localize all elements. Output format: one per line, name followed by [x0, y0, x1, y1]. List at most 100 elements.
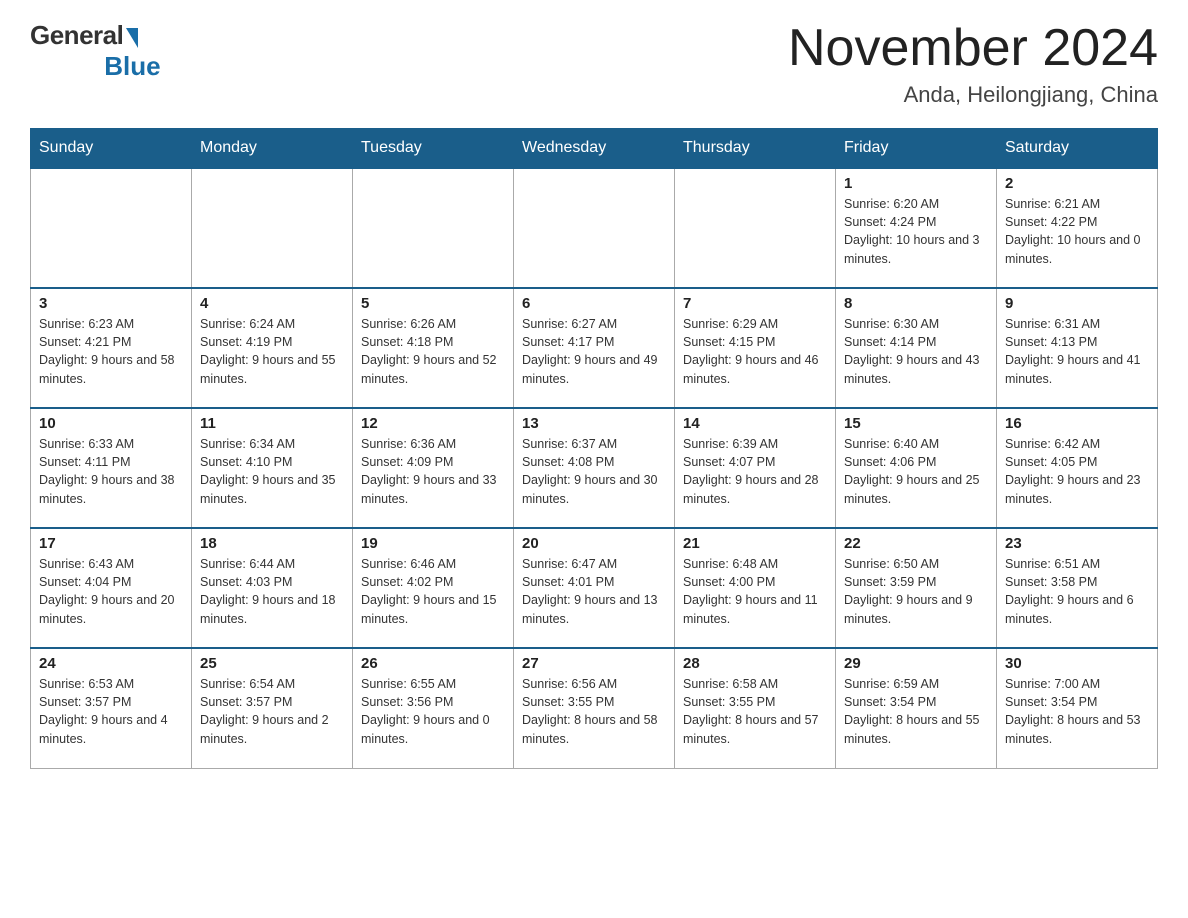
logo-blue-text: Blue — [104, 51, 160, 82]
day-info: Sunrise: 6:26 AMSunset: 4:18 PMDaylight:… — [361, 315, 505, 388]
day-info: Sunrise: 6:56 AMSunset: 3:55 PMDaylight:… — [522, 675, 666, 748]
calendar-cell: 3 Sunrise: 6:23 AMSunset: 4:21 PMDaylight… — [31, 288, 192, 408]
calendar-cell: 30 Sunrise: 7:00 AMSunset: 3:54 PMDayligh… — [997, 648, 1158, 768]
calendar-cell: 26 Sunrise: 6:55 AMSunset: 3:56 PMDayligh… — [353, 648, 514, 768]
calendar-cell: 14 Sunrise: 6:39 AMSunset: 4:07 PMDayligh… — [675, 408, 836, 528]
day-info: Sunrise: 6:54 AMSunset: 3:57 PMDaylight:… — [200, 675, 344, 748]
day-info: Sunrise: 6:51 AMSunset: 3:58 PMDaylight:… — [1005, 555, 1149, 628]
day-number: 16 — [1005, 415, 1149, 432]
calendar-cell: 24 Sunrise: 6:53 AMSunset: 3:57 PMDayligh… — [31, 648, 192, 768]
day-number: 7 — [683, 295, 827, 312]
day-info: Sunrise: 6:40 AMSunset: 4:06 PMDaylight:… — [844, 435, 988, 508]
day-number: 30 — [1005, 655, 1149, 672]
calendar-cell: 5 Sunrise: 6:26 AMSunset: 4:18 PMDaylight… — [353, 288, 514, 408]
day-info: Sunrise: 6:58 AMSunset: 3:55 PMDaylight:… — [683, 675, 827, 748]
day-info: Sunrise: 6:50 AMSunset: 3:59 PMDaylight:… — [844, 555, 988, 628]
calendar-cell: 18 Sunrise: 6:44 AMSunset: 4:03 PMDayligh… — [192, 528, 353, 648]
day-number: 1 — [844, 175, 988, 192]
day-info: Sunrise: 6:29 AMSunset: 4:15 PMDaylight:… — [683, 315, 827, 388]
logo-general-text: General — [30, 20, 123, 51]
day-number: 14 — [683, 415, 827, 432]
calendar-cell: 1 Sunrise: 6:20 AMSunset: 4:24 PMDaylight… — [836, 168, 997, 288]
calendar-cell: 21Sunrise: 6:48 AMSunset: 4:00 PMDayligh… — [675, 528, 836, 648]
weekday-header-friday: Friday — [836, 129, 997, 169]
day-info: Sunrise: 6:20 AMSunset: 4:24 PMDaylight:… — [844, 195, 988, 268]
day-info: Sunrise: 6:24 AMSunset: 4:19 PMDaylight:… — [200, 315, 344, 388]
day-number: 11 — [200, 415, 344, 432]
weekday-header-monday: Monday — [192, 129, 353, 169]
calendar-cell — [514, 168, 675, 288]
calendar-cell: 20Sunrise: 6:47 AMSunset: 4:01 PMDayligh… — [514, 528, 675, 648]
day-info: Sunrise: 6:21 AMSunset: 4:22 PMDaylight:… — [1005, 195, 1149, 268]
day-number: 12 — [361, 415, 505, 432]
calendar-cell: 29Sunrise: 6:59 AMSunset: 3:54 PMDayligh… — [836, 648, 997, 768]
day-info: Sunrise: 6:39 AMSunset: 4:07 PMDaylight:… — [683, 435, 827, 508]
logo-arrow-icon — [126, 28, 138, 48]
day-info: Sunrise: 6:33 AMSunset: 4:11 PMDaylight:… — [39, 435, 183, 508]
day-info: Sunrise: 6:37 AMSunset: 4:08 PMDaylight:… — [522, 435, 666, 508]
calendar-cell — [353, 168, 514, 288]
calendar-cell: 17Sunrise: 6:43 AMSunset: 4:04 PMDayligh… — [31, 528, 192, 648]
weekday-header-sunday: Sunday — [31, 129, 192, 169]
calendar-cell: 10 Sunrise: 6:33 AMSunset: 4:11 PMDayligh… — [31, 408, 192, 528]
day-info: Sunrise: 6:55 AMSunset: 3:56 PMDaylight:… — [361, 675, 505, 748]
calendar-body: 1 Sunrise: 6:20 AMSunset: 4:24 PMDaylight… — [31, 168, 1158, 768]
day-number: 18 — [200, 535, 344, 552]
title-block: November 2024 Anda, Heilongjiang, China — [788, 20, 1158, 108]
day-number: 25 — [200, 655, 344, 672]
day-number: 17 — [39, 535, 183, 552]
day-number: 5 — [361, 295, 505, 312]
day-number: 24 — [39, 655, 183, 672]
day-number: 22 — [844, 535, 988, 552]
day-info: Sunrise: 6:31 AMSunset: 4:13 PMDaylight:… — [1005, 315, 1149, 388]
day-number: 9 — [1005, 295, 1149, 312]
month-title: November 2024 — [788, 20, 1158, 77]
calendar-week-1: 1 Sunrise: 6:20 AMSunset: 4:24 PMDaylight… — [31, 168, 1158, 288]
calendar-cell: 8 Sunrise: 6:30 AMSunset: 4:14 PMDaylight… — [836, 288, 997, 408]
calendar-header: SundayMondayTuesdayWednesdayThursdayFrid… — [31, 129, 1158, 169]
logo: General Blue — [30, 20, 161, 82]
day-number: 6 — [522, 295, 666, 312]
calendar-week-2: 3 Sunrise: 6:23 AMSunset: 4:21 PMDaylight… — [31, 288, 1158, 408]
day-number: 3 — [39, 295, 183, 312]
day-number: 13 — [522, 415, 666, 432]
day-info: Sunrise: 6:36 AMSunset: 4:09 PMDaylight:… — [361, 435, 505, 508]
day-number: 29 — [844, 655, 988, 672]
day-number: 10 — [39, 415, 183, 432]
weekday-header-thursday: Thursday — [675, 129, 836, 169]
calendar-cell: 27Sunrise: 6:56 AMSunset: 3:55 PMDayligh… — [514, 648, 675, 768]
day-number: 23 — [1005, 535, 1149, 552]
day-number: 2 — [1005, 175, 1149, 192]
calendar-cell: 2 Sunrise: 6:21 AMSunset: 4:22 PMDaylight… — [997, 168, 1158, 288]
day-number: 20 — [522, 535, 666, 552]
weekday-header-wednesday: Wednesday — [514, 129, 675, 169]
day-info: Sunrise: 6:34 AMSunset: 4:10 PMDaylight:… — [200, 435, 344, 508]
day-number: 8 — [844, 295, 988, 312]
day-info: Sunrise: 7:00 AMSunset: 3:54 PMDaylight:… — [1005, 675, 1149, 748]
calendar-cell: 7 Sunrise: 6:29 AMSunset: 4:15 PMDaylight… — [675, 288, 836, 408]
calendar-table: SundayMondayTuesdayWednesdayThursdayFrid… — [30, 128, 1158, 769]
day-info: Sunrise: 6:53 AMSunset: 3:57 PMDaylight:… — [39, 675, 183, 748]
day-info: Sunrise: 6:23 AMSunset: 4:21 PMDaylight:… — [39, 315, 183, 388]
calendar-cell: 9 Sunrise: 6:31 AMSunset: 4:13 PMDaylight… — [997, 288, 1158, 408]
calendar-week-3: 10 Sunrise: 6:33 AMSunset: 4:11 PMDayligh… — [31, 408, 1158, 528]
day-number: 15 — [844, 415, 988, 432]
day-info: Sunrise: 6:30 AMSunset: 4:14 PMDaylight:… — [844, 315, 988, 388]
weekday-header-saturday: Saturday — [997, 129, 1158, 169]
calendar-cell: 25 Sunrise: 6:54 AMSunset: 3:57 PMDayligh… — [192, 648, 353, 768]
weekday-header-tuesday: Tuesday — [353, 129, 514, 169]
calendar-cell: 23 Sunrise: 6:51 AMSunset: 3:58 PMDayligh… — [997, 528, 1158, 648]
calendar-cell: 16Sunrise: 6:42 AMSunset: 4:05 PMDayligh… — [997, 408, 1158, 528]
calendar-cell — [31, 168, 192, 288]
day-info: Sunrise: 6:48 AMSunset: 4:00 PMDaylight:… — [683, 555, 827, 628]
day-info: Sunrise: 6:44 AMSunset: 4:03 PMDaylight:… — [200, 555, 344, 628]
calendar-cell — [675, 168, 836, 288]
location-title: Anda, Heilongjiang, China — [788, 82, 1158, 108]
calendar-cell: 12 Sunrise: 6:36 AMSunset: 4:09 PMDayligh… — [353, 408, 514, 528]
calendar-cell: 6 Sunrise: 6:27 AMSunset: 4:17 PMDaylight… — [514, 288, 675, 408]
calendar-week-5: 24 Sunrise: 6:53 AMSunset: 3:57 PMDayligh… — [31, 648, 1158, 768]
day-number: 26 — [361, 655, 505, 672]
day-number: 28 — [683, 655, 827, 672]
day-info: Sunrise: 6:27 AMSunset: 4:17 PMDaylight:… — [522, 315, 666, 388]
day-info: Sunrise: 6:46 AMSunset: 4:02 PMDaylight:… — [361, 555, 505, 628]
